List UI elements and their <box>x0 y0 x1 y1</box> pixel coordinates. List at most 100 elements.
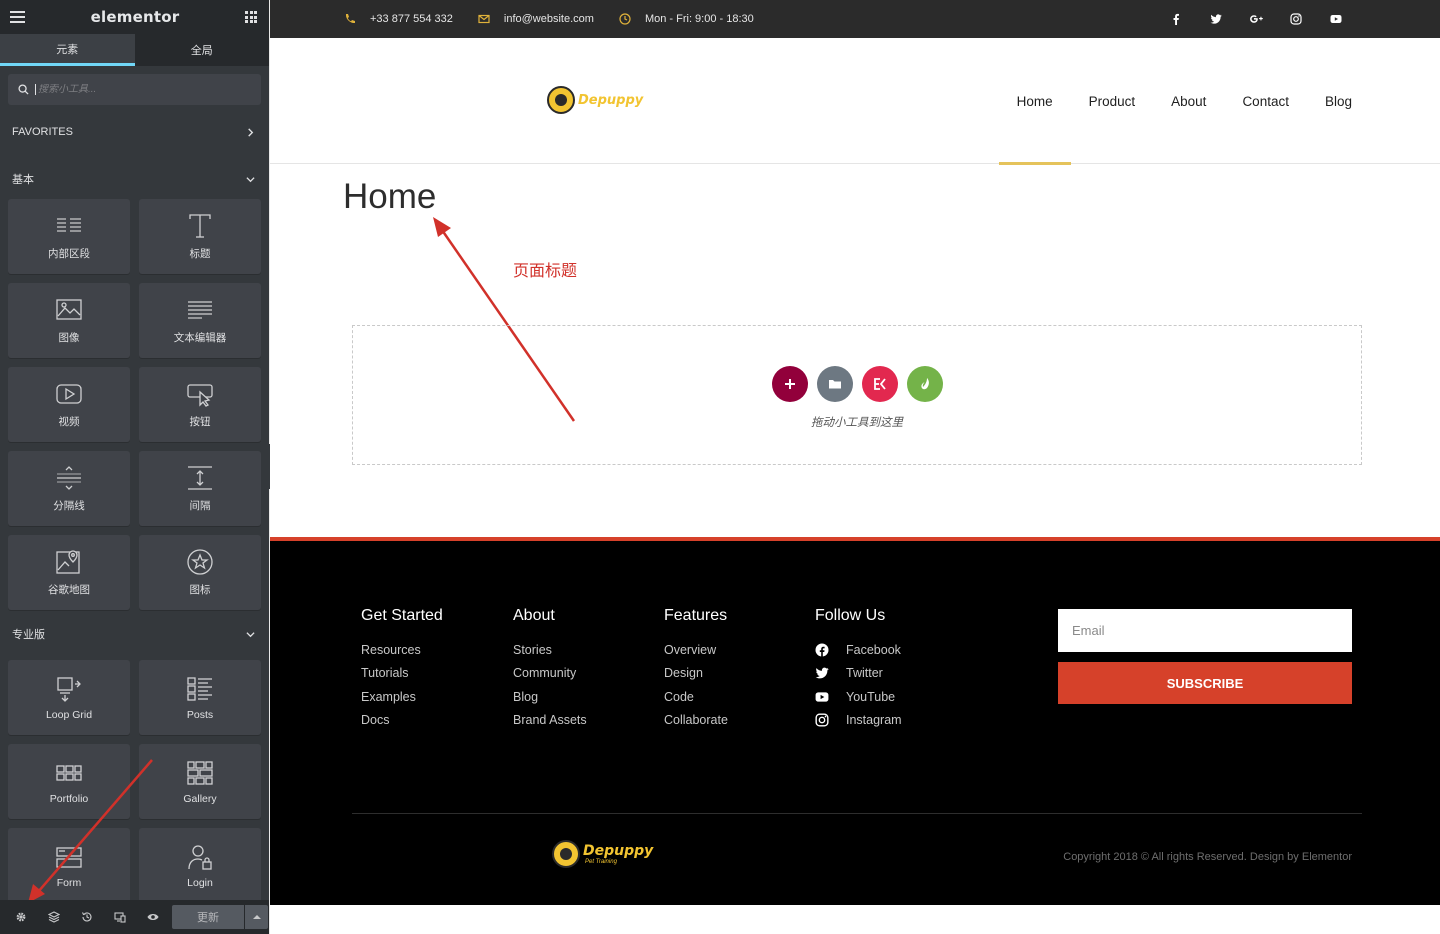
widget-video[interactable]: 视频 <box>8 367 130 442</box>
search-input[interactable] <box>35 84 235 95</box>
footer-link[interactable]: Examples <box>361 685 443 709</box>
favorites-label: FAVORITES <box>12 126 73 138</box>
site-header: Depuppy Home Product About Contact Blog <box>270 38 1440 165</box>
layers-icon <box>47 911 60 923</box>
footer-link[interactable]: Stories <box>513 638 587 662</box>
favorites-section-toggle[interactable]: FAVORITES <box>0 113 269 151</box>
twitter-link[interactable] <box>1196 13 1236 25</box>
widget-inner-section[interactable]: 内部区段 <box>8 199 130 274</box>
caret-up-icon <box>252 915 261 919</box>
nav-about[interactable]: About <box>1153 38 1224 164</box>
tab-global[interactable]: 全局 <box>134 34 269 66</box>
update-button[interactable]: 更新 <box>172 905 244 929</box>
page-title[interactable]: Home <box>343 177 436 217</box>
footer-link-label: Instagram <box>846 713 902 728</box>
footer-facebook-link[interactable]: Facebook <box>815 638 902 662</box>
instagram-link[interactable] <box>1276 13 1316 25</box>
footer-twitter-link[interactable]: Twitter <box>815 662 902 686</box>
widget-loop-grid[interactable]: Loop Grid <box>8 660 130 735</box>
update-options-button[interactable] <box>245 905 268 929</box>
footer-instagram-link[interactable]: Instagram <box>815 709 902 733</box>
add-template-button[interactable] <box>816 366 853 402</box>
widget-gallery[interactable]: Gallery <box>139 744 261 819</box>
responsive-mode-button[interactable] <box>103 900 136 934</box>
main-nav: Home Product About Contact Blog <box>998 38 1370 165</box>
elementskit-button[interactable] <box>861 366 898 402</box>
nav-home[interactable]: Home <box>998 38 1071 165</box>
widget-text-editor[interactable]: 文本编辑器 <box>139 283 261 358</box>
footer-link-label: Facebook <box>846 642 901 657</box>
plus-icon <box>784 379 795 389</box>
footer-link[interactable]: Collaborate <box>664 709 728 733</box>
widget-label: 谷歌地图 <box>48 584 90 596</box>
widget-icon[interactable]: 图标 <box>139 535 261 610</box>
widget-button[interactable]: 按钮 <box>139 367 261 442</box>
envato-button[interactable] <box>906 366 943 402</box>
menu-icon[interactable] <box>10 11 25 23</box>
topbar-email: info@website.com <box>478 13 594 25</box>
hours-text: Mon - Fri: 9:00 - 18:30 <box>644 13 754 25</box>
widget-login[interactable]: Login <box>139 828 261 903</box>
annotation-label: 页面标题 <box>513 263 578 280</box>
basic-section-toggle[interactable]: 基本 <box>0 161 269 197</box>
widget-label: Posts <box>186 708 214 721</box>
footer-link[interactable]: Blog <box>513 685 587 709</box>
widget-google-maps[interactable]: 谷歌地图 <box>8 535 130 610</box>
widget-posts[interactable]: Posts <box>139 660 261 735</box>
footer-link[interactable]: Overview <box>664 638 728 662</box>
widget-drop-zone[interactable]: 拖动小工具到这里 <box>352 325 1362 465</box>
pro-widgets: Loop Grid Posts Portfolio Gallery Form L… <box>0 660 269 903</box>
instagram-icon <box>815 713 829 727</box>
email-text: info@website.com <box>503 13 594 25</box>
footer-link[interactable]: Community <box>513 662 587 686</box>
widget-label: 按钮 <box>189 416 211 428</box>
facebook-circle-icon <box>815 643 829 657</box>
footer-link[interactable]: Design <box>664 662 728 686</box>
site-logo[interactable]: Depuppy <box>547 86 643 114</box>
add-section-button[interactable] <box>771 366 808 402</box>
widget-spacer[interactable]: 间隔 <box>139 451 261 526</box>
topbar-hours: Mon - Fri: 9:00 - 18:30 <box>619 13 754 25</box>
footer-col-about: About Stories Community Blog Brand Asset… <box>513 607 587 732</box>
google-plus-link[interactable] <box>1236 13 1276 25</box>
nav-product[interactable]: Product <box>1071 38 1154 164</box>
widget-form[interactable]: Form <box>8 828 130 903</box>
youtube-link[interactable] <box>1316 13 1356 25</box>
footer-logo[interactable]: Depuppy Pet Training <box>552 840 653 868</box>
footer-link[interactable]: Brand Assets <box>513 709 587 733</box>
widget-image[interactable]: 图像 <box>8 283 130 358</box>
footer-youtube-link[interactable]: YouTube <box>815 685 902 709</box>
footer-link[interactable]: Resources <box>361 638 443 662</box>
widget-label: 内部区段 <box>48 248 90 260</box>
topbar-phone: +33 877 554 332 <box>344 13 453 25</box>
phone-text: +33 877 554 332 <box>370 13 453 25</box>
nav-contact[interactable]: Contact <box>1224 38 1307 164</box>
navigator-button[interactable] <box>37 900 70 934</box>
footer-logo-text: Depuppy <box>583 843 654 859</box>
facebook-link[interactable] <box>1156 13 1196 25</box>
pro-section-toggle[interactable]: 专业版 <box>0 616 269 652</box>
footer-link[interactable]: Code <box>664 685 728 709</box>
history-button[interactable] <box>70 900 103 934</box>
tab-elements[interactable]: 元素 <box>0 34 135 66</box>
button-icon <box>187 384 213 407</box>
preview-button[interactable] <box>136 900 169 934</box>
widget-label: Gallery <box>183 792 217 805</box>
footer-link[interactable]: Tutorials <box>361 662 443 686</box>
elementskit-icon <box>873 378 886 390</box>
widgets-grid-icon[interactable] <box>245 11 257 23</box>
google-plus-icon <box>1249 15 1263 23</box>
text-editor-icon <box>188 301 212 319</box>
video-icon <box>56 384 82 404</box>
footer-heading: About <box>513 607 555 624</box>
settings-button[interactable] <box>4 900 37 934</box>
footer-heading: Follow Us <box>815 607 886 624</box>
subscribe-button[interactable]: SUBSCRIBE <box>1058 662 1352 704</box>
footer-link[interactable]: Docs <box>361 709 443 733</box>
nav-blog[interactable]: Blog <box>1307 38 1370 164</box>
widget-portfolio[interactable]: Portfolio <box>8 744 130 819</box>
newsletter-email-input[interactable] <box>1058 609 1352 652</box>
widget-divider[interactable]: 分隔线 <box>8 451 130 526</box>
widget-heading[interactable]: 标题 <box>139 199 261 274</box>
footer-link-label: Twitter <box>846 666 883 681</box>
